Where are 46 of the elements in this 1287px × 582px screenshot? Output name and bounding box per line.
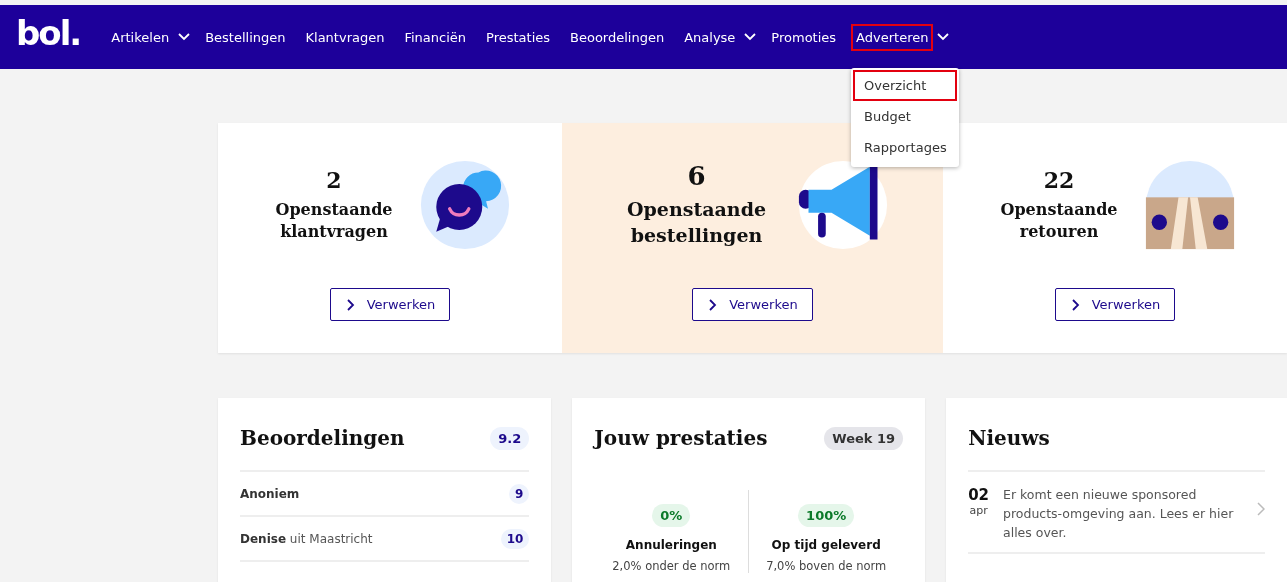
- nav-link[interactable]: Beoordelingen: [565, 23, 670, 51]
- process-button[interactable]: Verwerken: [329, 288, 451, 321]
- nav-link[interactable]: Klantvragen: [300, 23, 390, 51]
- logo[interactable]: bol.: [16, 13, 81, 53]
- chevron-right-icon: [1071, 298, 1080, 311]
- tile-title: Openstaande retouren: [999, 199, 1119, 243]
- metric-label: Op tijd geleverd: [771, 538, 881, 552]
- news-day: 02: [968, 486, 989, 504]
- news-text[interactable]: Er komt een nieuwe sponsored products-omgeving aan. Lees er hier alles over.: [1003, 486, 1243, 543]
- card-title: Beoordelingen: [240, 426, 405, 450]
- menu-item[interactable]: Rapportages: [853, 131, 958, 163]
- nav-link[interactable]: Financiën: [399, 23, 472, 51]
- chevron-right-icon: [709, 298, 718, 311]
- metric-note: 7,0% boven de norm: [766, 559, 887, 573]
- rating-badge: 10: [500, 528, 530, 549]
- rating-badge: 9: [509, 483, 530, 504]
- rating-badge: 9.2: [490, 426, 530, 450]
- news-month: apr: [969, 504, 988, 517]
- menu-item[interactable]: Budget: [853, 100, 958, 132]
- metric-value: 100%: [798, 504, 855, 527]
- nav-link[interactable]: Artikelen: [106, 23, 175, 51]
- tile-count: 22: [1043, 167, 1075, 194]
- chevron-down-icon[interactable]: [937, 33, 950, 41]
- reviewer-name[interactable]: Denise uit Maastricht: [240, 531, 373, 546]
- chevron-down-icon[interactable]: [744, 33, 757, 41]
- nav-link[interactable]: Analyse: [679, 23, 741, 51]
- reviewer-name[interactable]: Anoniem: [240, 486, 300, 501]
- tile-count: 2: [326, 167, 342, 194]
- card-title: Jouw prestaties: [594, 426, 768, 450]
- nav-link[interactable]: Bestellingen: [200, 23, 291, 51]
- metric-note: 2,0% onder de norm: [612, 559, 731, 573]
- menu-item[interactable]: Overzicht: [853, 69, 958, 101]
- card-title: Nieuws: [968, 426, 1050, 450]
- chevron-right-icon: [346, 298, 355, 311]
- nav-link[interactable]: Prestaties: [481, 23, 555, 51]
- tile-title: Openstaande bestellingen: [626, 197, 767, 248]
- week-badge: Week 19: [824, 426, 904, 450]
- nav-link[interactable]: Promoties: [766, 23, 842, 51]
- tile-count: 6: [687, 161, 706, 192]
- chevron-down-icon[interactable]: [178, 33, 191, 41]
- nav-link[interactable]: Adverteren: [851, 23, 934, 51]
- process-button[interactable]: Verwerken: [1054, 288, 1176, 321]
- tile-title: Openstaande klantvragen: [274, 199, 394, 243]
- process-button[interactable]: Verwerken: [692, 288, 813, 321]
- metric-label: Annuleringen: [625, 538, 717, 552]
- metric-value: 0%: [652, 504, 691, 527]
